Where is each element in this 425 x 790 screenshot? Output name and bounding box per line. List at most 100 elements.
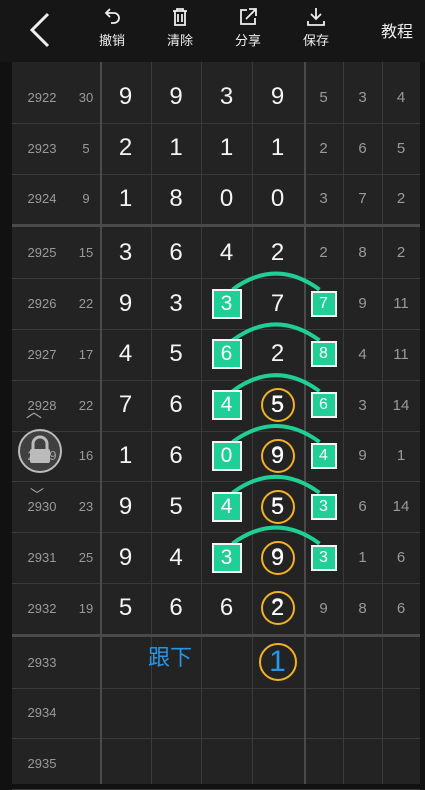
- main-digit[interactable]: 7: [252, 278, 303, 329]
- period-number: 2924: [27, 191, 57, 207]
- main-digit[interactable]: 3: [151, 278, 201, 329]
- main-digit[interactable]: 2: [252, 329, 303, 380]
- main-digit[interactable]: 9: [100, 278, 151, 329]
- tail-digit[interactable]: 9: [304, 583, 343, 634]
- tail-digit[interactable]: [382, 738, 420, 789]
- tail-digit[interactable]: 6: [343, 481, 382, 532]
- main-digit[interactable]: 1: [252, 123, 303, 174]
- tail-digit[interactable]: 4: [382, 72, 420, 123]
- table-row: 2933: [12, 637, 420, 689]
- main-digit[interactable]: [252, 688, 303, 739]
- tail-digit[interactable]: 5: [304, 72, 343, 123]
- main-digit[interactable]: [201, 688, 252, 739]
- tail-digit[interactable]: [304, 637, 343, 688]
- tail-digit[interactable]: 9: [343, 431, 382, 482]
- tail-digit[interactable]: 11: [382, 278, 420, 329]
- tail-digit[interactable]: [304, 738, 343, 789]
- tail-digit[interactable]: 2: [382, 174, 420, 225]
- main-digit[interactable]: 9: [100, 481, 151, 532]
- tail-digit[interactable]: 14: [382, 380, 420, 431]
- main-digit[interactable]: 1: [151, 123, 201, 174]
- main-digit[interactable]: 6: [151, 380, 201, 431]
- undo-icon: [104, 8, 120, 24]
- main-digit[interactable]: 5: [100, 583, 151, 634]
- main-digit[interactable]: [100, 738, 151, 789]
- tail-digit[interactable]: [304, 688, 343, 739]
- back-button[interactable]: [22, 10, 62, 50]
- tail-digit[interactable]: 2: [304, 123, 343, 174]
- main-digit[interactable]: 2: [252, 227, 303, 278]
- main-digit[interactable]: [252, 738, 303, 789]
- main-digit[interactable]: [151, 738, 201, 789]
- lock-button[interactable]: [12, 428, 68, 474]
- tail-digit[interactable]: 6: [382, 583, 420, 634]
- tail-digit[interactable]: 6: [343, 123, 382, 174]
- highlight-digit-box: 3: [211, 542, 242, 573]
- main-digit[interactable]: 4: [151, 532, 201, 583]
- tail-digit[interactable]: 3: [304, 174, 343, 225]
- main-digit[interactable]: 0: [252, 174, 303, 225]
- chevron-up-icon[interactable]: ︿: [26, 398, 42, 422]
- main-digit[interactable]: 5: [151, 481, 201, 532]
- tail-digit[interactable]: [343, 637, 382, 688]
- main-digit[interactable]: 6: [151, 583, 201, 634]
- tail-digit[interactable]: 11: [382, 329, 420, 380]
- tail-digit[interactable]: 4: [343, 329, 382, 380]
- save-button[interactable]: 保存: [286, 6, 346, 58]
- undo-button[interactable]: 撤销: [82, 6, 142, 58]
- main-digit[interactable]: [201, 637, 252, 688]
- sum-value: [72, 637, 100, 688]
- circled-digit: 2: [260, 591, 295, 626]
- main-digit[interactable]: 6: [151, 227, 201, 278]
- main-digit[interactable]: 3: [201, 72, 252, 123]
- table-row: 2934: [12, 688, 420, 740]
- main-digit[interactable]: [100, 688, 151, 739]
- tail-digit[interactable]: [343, 688, 382, 739]
- share-button[interactable]: 分享: [218, 6, 278, 58]
- main-digit[interactable]: 1: [100, 431, 151, 482]
- highlight-digit-box: 3: [211, 288, 242, 319]
- main-digit[interactable]: 9: [151, 72, 201, 123]
- main-digit[interactable]: 4: [100, 329, 151, 380]
- main-digit[interactable]: 7: [100, 380, 151, 431]
- tail-digit[interactable]: 8: [343, 227, 382, 278]
- main-digit[interactable]: 6: [151, 431, 201, 482]
- tail-digit[interactable]: 2: [304, 227, 343, 278]
- tail-digit[interactable]: 7: [343, 174, 382, 225]
- main-digit[interactable]: [151, 688, 201, 739]
- tail-digit[interactable]: 14: [382, 481, 420, 532]
- main-digit[interactable]: [201, 738, 252, 789]
- main-digit[interactable]: 1: [201, 123, 252, 174]
- main-digit[interactable]: 6: [201, 583, 252, 634]
- main-digit[interactable]: 0: [201, 174, 252, 225]
- main-digit[interactable]: 8: [151, 174, 201, 225]
- lock-icon: [18, 429, 62, 473]
- tail-digit[interactable]: 1: [343, 532, 382, 583]
- main-digit[interactable]: 9: [100, 72, 151, 123]
- tail-digit[interactable]: 2: [382, 227, 420, 278]
- tail-digit[interactable]: 3: [343, 72, 382, 123]
- tail-digit[interactable]: 9: [343, 278, 382, 329]
- tail-digit[interactable]: 5: [382, 123, 420, 174]
- main-digit[interactable]: 1: [100, 174, 151, 225]
- tail-digit[interactable]: [382, 637, 420, 688]
- tail-digit[interactable]: [343, 738, 382, 789]
- main-digit[interactable]: 3: [100, 227, 151, 278]
- tail-digit[interactable]: [382, 688, 420, 739]
- chevron-down-icon[interactable]: ﹀: [30, 485, 44, 505]
- sum-value: 5: [82, 140, 90, 156]
- clear-button[interactable]: 清除: [150, 6, 210, 58]
- tail-digit[interactable]: 8: [343, 583, 382, 634]
- tutorial-button[interactable]: 教程: [381, 18, 413, 42]
- tail-digit[interactable]: 3: [343, 380, 382, 431]
- tail-digit[interactable]: 6: [382, 532, 420, 583]
- main-digit[interactable]: 9: [252, 72, 303, 123]
- sum-value: [72, 688, 100, 739]
- main-digit[interactable]: 2: [100, 123, 151, 174]
- main-digit[interactable]: 9: [100, 532, 151, 583]
- main-digit[interactable]: 4: [201, 227, 252, 278]
- main-digit[interactable]: [100, 637, 151, 688]
- prediction-circle: 1: [258, 643, 297, 682]
- main-digit[interactable]: 5: [151, 329, 201, 380]
- tail-digit[interactable]: 1: [382, 431, 420, 482]
